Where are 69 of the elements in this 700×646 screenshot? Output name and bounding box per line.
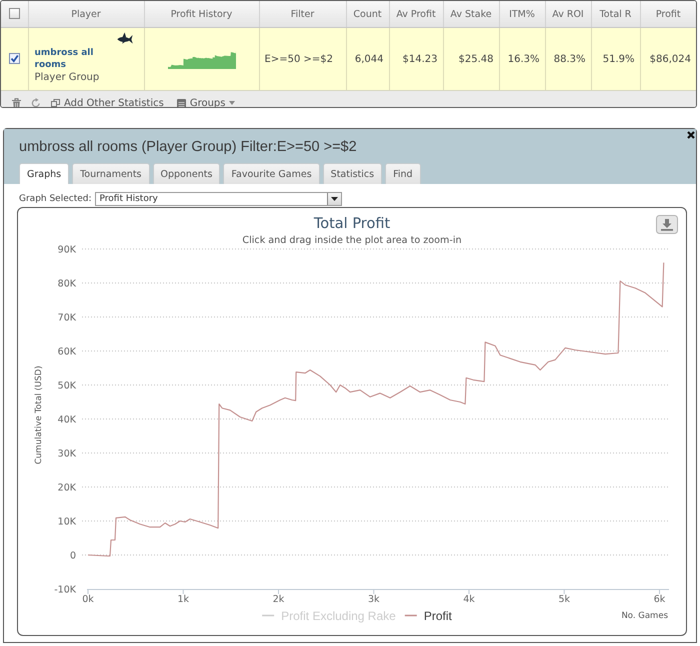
- trash-icon[interactable]: [12, 98, 21, 107]
- profit-sparkline: [168, 50, 236, 68]
- add-statistics-button[interactable]: Add Other Statistics: [51, 98, 164, 107]
- axis-tick-label: 5k: [558, 594, 570, 605]
- tab[interactable]: Find: [385, 163, 421, 184]
- table-cell: 6,044: [346, 28, 389, 90]
- axis-tick-label: 50K: [58, 380, 76, 392]
- legend-item[interactable]: Profit: [404, 609, 452, 623]
- graph-select[interactable]: Profit History: [94, 192, 342, 206]
- column-header[interactable]: Profit History: [144, 1, 259, 28]
- axis-tick-label: 1k: [177, 594, 190, 605]
- axis-tick-label: 10K: [58, 516, 76, 528]
- axis-tick-label: 3k: [368, 594, 380, 605]
- download-icon: [661, 219, 673, 231]
- axis-tick-label: 0: [70, 550, 76, 562]
- column-header[interactable]: Count: [346, 1, 389, 28]
- axis-tick-label: 70K: [58, 312, 76, 324]
- legend-line-icon: [262, 614, 274, 616]
- axis-tick-label: 20K: [58, 482, 76, 494]
- window-icon: [51, 99, 60, 107]
- axis-tick-label: 2k: [272, 594, 284, 605]
- axis-tick-label: 6k: [654, 594, 666, 605]
- axis-tick-label: 0k: [82, 594, 94, 605]
- column-header[interactable]: Av Stake: [443, 1, 499, 28]
- axis-tick-label: 60K: [58, 346, 76, 358]
- table-cell: 88.3%: [545, 28, 591, 90]
- column-header[interactable]: Filter: [259, 1, 346, 28]
- download-button[interactable]: [656, 215, 678, 234]
- axis-tick-label: 40K: [58, 414, 76, 426]
- table-cell: 51.9%: [591, 28, 640, 90]
- column-header[interactable]: Av ROI: [545, 1, 591, 28]
- tab[interactable]: Graphs: [19, 163, 70, 184]
- checkbox[interactable]: [8, 53, 20, 64]
- column-header[interactable]: ITM%: [499, 1, 545, 28]
- chart-title: Total Profit: [314, 216, 390, 232]
- tab[interactable]: Statistics: [322, 163, 382, 184]
- axis-tick-label: 90K: [58, 244, 76, 256]
- table-cell: 16.3%: [499, 28, 545, 90]
- axis-tick-label: 80K: [58, 278, 76, 290]
- column-header[interactable]: Profit: [640, 1, 696, 28]
- legend-line-icon: [404, 614, 417, 616]
- axis-title: Cumulative Total (USD): [34, 366, 44, 464]
- column-header[interactable]: Total R: [591, 1, 640, 28]
- player-type: Player Group: [34, 71, 100, 84]
- column-header[interactable]: Av Profit: [389, 1, 443, 28]
- legend-label: Profit: [424, 609, 453, 623]
- caret-icon: [229, 101, 236, 105]
- chart-subtitle: Click and drag inside the plot area to zoom-in: [242, 235, 462, 246]
- dialog-title: umbross all rooms (Player Group) Filter:E>=50 >=$2: [19, 138, 357, 156]
- close-icon[interactable]: [687, 131, 695, 139]
- shark-icon: [116, 32, 132, 44]
- tab[interactable]: Favourite Games: [223, 163, 320, 184]
- checkbox[interactable]: [8, 8, 20, 20]
- caret-icon: [326, 193, 341, 205]
- player-link[interactable]: umbross all rooms: [34, 47, 114, 71]
- tab[interactable]: Opponents: [152, 163, 220, 184]
- field-label: Graph Selected:: [19, 194, 92, 204]
- refresh-icon[interactable]: [31, 98, 41, 107]
- axis-tick-label: 4k: [463, 594, 475, 605]
- table-cell: E>=50 >=$2: [259, 28, 346, 90]
- table-icon: [176, 98, 186, 107]
- table-cell: $14.23: [389, 28, 443, 90]
- table-cell: $86,024: [640, 28, 696, 90]
- axis-tick-label: 30K: [58, 448, 76, 460]
- axis-title: No. Games: [621, 611, 668, 621]
- axis-tick-label: -10K: [54, 584, 76, 596]
- column-header[interactable]: Player: [28, 1, 144, 28]
- tab[interactable]: Tournaments: [72, 163, 150, 184]
- table-cell: $25.48: [443, 28, 499, 90]
